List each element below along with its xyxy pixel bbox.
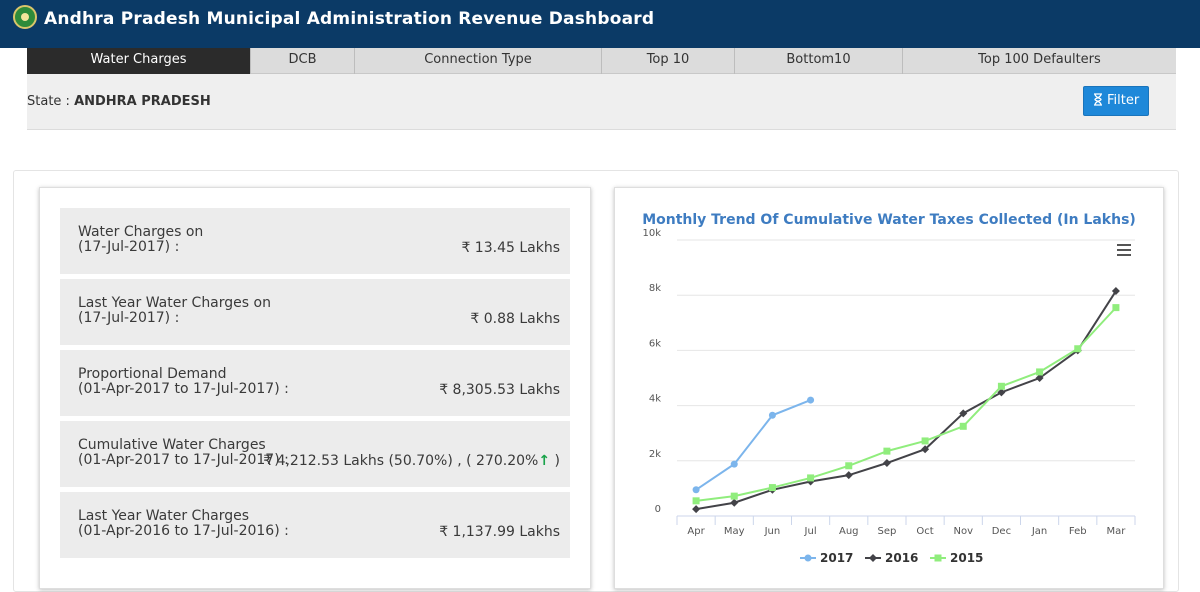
stat-water-charges-today: Water Charges on (17-Jul-2017) : ₹ 13.45…	[60, 208, 570, 274]
data-point-2015	[845, 462, 853, 470]
stat-last-year-water-charges-today: Last Year Water Charges on (17-Jul-2017)…	[60, 279, 570, 345]
data-point-2015	[959, 422, 967, 430]
y-tick-label: 8k	[649, 283, 661, 294]
data-point-2015	[1036, 368, 1044, 376]
x-tick-label: Nov	[953, 526, 973, 537]
x-tick-label: Jul	[804, 526, 817, 537]
data-point-2017	[730, 460, 738, 468]
data-point-2015	[883, 447, 891, 455]
tab-bottom-10[interactable]: Bottom10	[735, 48, 903, 74]
tab-top-100-defaulters[interactable]: Top 100 Defaulters	[903, 48, 1176, 74]
filter-button-label: Filter	[1106, 93, 1140, 108]
y-tick-label: 0	[655, 504, 661, 515]
y-tick-label: 6k	[649, 338, 661, 349]
state-selection: State : ANDHRA PRADESH	[27, 94, 211, 109]
data-point-2015	[768, 484, 776, 492]
x-tick-label: May	[724, 526, 745, 537]
stat-label: Proportional Demand (01-Apr-2017 to 17-J…	[78, 366, 289, 397]
tab-water-charges[interactable]: Water Charges	[27, 48, 251, 74]
legend-marker-2015	[934, 554, 942, 562]
x-tick-label: Jan	[1031, 526, 1047, 537]
stat-label: Water Charges on (17-Jul-2017) :	[78, 224, 204, 255]
state-value: ANDHRA PRADESH	[74, 94, 211, 109]
stat-proportional-demand: Proportional Demand (01-Apr-2017 to 17-J…	[60, 350, 570, 416]
tab-connection-type[interactable]: Connection Type	[355, 48, 602, 74]
legend-marker-2016	[869, 554, 877, 562]
state-label: State :	[27, 94, 75, 109]
x-tick-label: Sep	[877, 526, 896, 537]
data-point-2017	[807, 396, 815, 404]
state-emblem-logo	[13, 5, 37, 29]
monthly-trend-chart: 0 2k 4k 6k 8k 10k Apr May Jun Jul Aug Sep Oct Nov Dec J…	[642, 228, 1136, 565]
app-title: Andhra Pradesh Municipal Administration …	[44, 9, 655, 29]
stat-value: ₹ 4,212.53 Lakhs (50.70%) , ( 270.20%↑ )	[263, 453, 560, 469]
water-charges-summary-card: Water Charges on (17-Jul-2017) : ₹ 13.45…	[39, 187, 591, 589]
stat-value: ₹ 1,137.99 Lakhs	[439, 524, 560, 540]
hourglass-icon	[1093, 93, 1102, 106]
stat-value: ₹ 13.45 Lakhs	[461, 240, 560, 256]
stat-value-text: ₹ 4,212.53 Lakhs (50.70%) , ( 270.20%	[263, 453, 539, 469]
stat-value: ₹ 0.88 Lakhs	[470, 311, 560, 327]
data-point-2015	[692, 497, 700, 505]
data-point-2015	[1074, 345, 1082, 353]
data-point-2016	[692, 505, 701, 514]
x-tick-label: Dec	[992, 526, 1011, 537]
x-tick-label: Oct	[916, 526, 933, 537]
series-line-2017	[695, 399, 811, 491]
trend-up-icon: ↑	[538, 453, 551, 469]
data-point-2017	[692, 486, 700, 494]
tab-bar: Water Charges DCB Connection Type Top 10…	[27, 48, 1176, 74]
y-tick-label: 10k	[642, 228, 661, 239]
legend-label-2015: 2015	[950, 551, 983, 565]
stat-value: ₹ 8,305.53 Lakhs	[439, 382, 560, 398]
stat-label: Last Year Water Charges (01-Apr-2016 to …	[78, 508, 289, 539]
stat-value-suffix: )	[550, 453, 560, 469]
monthly-trend-chart-card: 0 2k 4k 6k 8k 10k Apr May Jun Jul Aug Sep Oct Nov Dec J…	[614, 187, 1164, 589]
series-line-2016	[695, 290, 1117, 511]
y-tick-label: 4k	[649, 394, 661, 405]
x-tick-label: Feb	[1069, 526, 1087, 537]
chart-title: Monthly Trend Of Cumulative Water Taxes …	[642, 212, 1136, 228]
x-tick-label: Apr	[687, 526, 705, 537]
stat-label: Cumulative Water Charges (01-Apr-2017 to…	[78, 437, 289, 468]
legend-label-2016: 2016	[885, 551, 918, 565]
data-point-2015	[730, 492, 738, 500]
stat-cumulative-water-charges: Cumulative Water Charges (01-Apr-2017 to…	[60, 421, 570, 487]
data-point-2016	[882, 459, 891, 468]
data-point-2017	[768, 411, 776, 419]
stat-label: Last Year Water Charges on (17-Jul-2017)…	[78, 295, 271, 326]
data-point-2015	[1112, 304, 1120, 312]
data-point-2016	[844, 471, 853, 480]
data-point-2016	[730, 498, 739, 507]
app-header: Andhra Pradesh Municipal Administration …	[0, 0, 1200, 48]
tab-top-10[interactable]: Top 10	[602, 48, 735, 74]
legend-label-2017: 2017	[820, 551, 853, 565]
x-tick-label: Jun	[764, 526, 781, 537]
x-tick-label: Aug	[839, 526, 859, 537]
series-line-2015	[695, 306, 1117, 502]
data-point-2015	[997, 382, 1005, 390]
filter-bar: State : ANDHRA PRADESH Filter	[27, 74, 1176, 130]
x-tick-label: Mar	[1106, 526, 1126, 537]
chart-menu-icon[interactable]	[1117, 244, 1131, 256]
stat-last-year-cumulative-charges: Last Year Water Charges (01-Apr-2016 to …	[60, 492, 570, 558]
filter-button[interactable]: Filter	[1083, 86, 1149, 116]
data-point-2015	[807, 474, 815, 482]
y-tick-label: 2k	[649, 449, 661, 460]
data-point-2015	[921, 437, 929, 445]
tab-dcb[interactable]: DCB	[251, 48, 355, 74]
legend-marker-2017	[804, 554, 812, 562]
